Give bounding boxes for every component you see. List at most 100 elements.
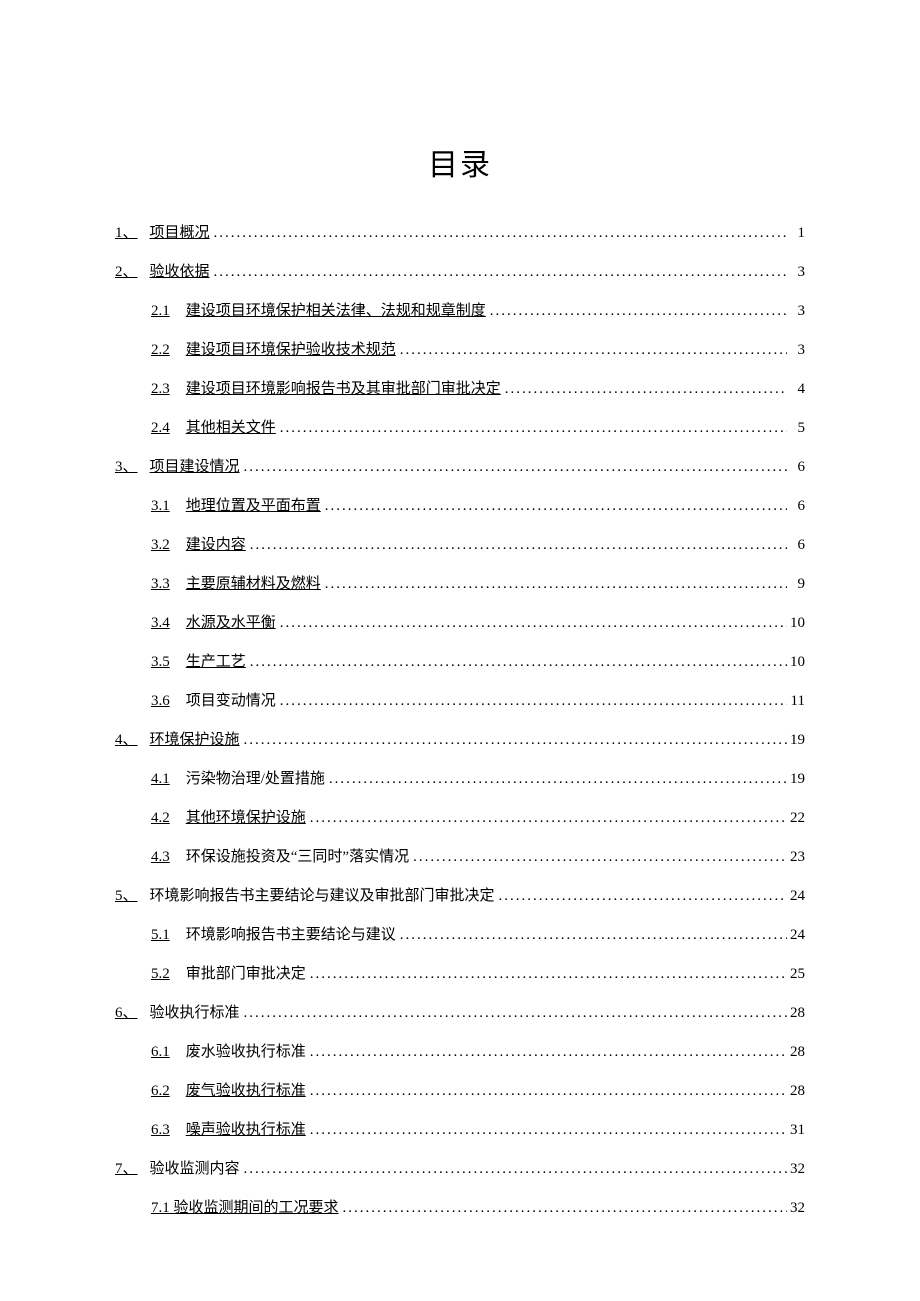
toc-leader-dots (276, 682, 787, 721)
toc-entry-text: 污染物治理/处置措施 (186, 760, 325, 799)
toc-entry-page: 3 (787, 331, 805, 370)
toc-list: 1、项目概况12、验收依据32.1建设项目环境保护相关法律、法规和规章制度3 2.… (115, 214, 805, 1228)
toc-entry[interactable]: 3、项目建设情况 6 (115, 448, 805, 487)
toc-entry-number: 2、 (115, 253, 138, 292)
toc-entry-number: 5、 (115, 877, 138, 916)
toc-entry-page: 4 (787, 370, 805, 409)
toc-entry-text: 审批部门审批决定 (186, 955, 306, 994)
toc-entry[interactable]: 6、验收执行标准 28 (115, 994, 805, 1033)
toc-entry[interactable]: 3.3主要原辅材料及燃料9 (115, 565, 805, 604)
toc-entry-page: 10 (787, 604, 805, 643)
toc-entry-number: 4.3 (151, 838, 170, 877)
toc-entry-page: 24 (787, 916, 805, 955)
toc-entry[interactable]: 3.2 建设内容 6 (115, 526, 805, 565)
toc-entry[interactable]: 2、验收依据3 (115, 253, 805, 292)
toc-leader-dots (246, 643, 787, 682)
toc-entry-page: 6 (787, 487, 805, 526)
toc-entry[interactable]: 5.1环境影响报告书主要结论与建议24 (115, 916, 805, 955)
toc-entry[interactable]: 6.2 废气验收执行标准 28 (115, 1072, 805, 1111)
toc-entry[interactable]: 6.1废水验收执行标准28 (115, 1033, 805, 1072)
toc-entry-number: 2.3 (151, 370, 170, 409)
toc-entry-number: 6.3 (151, 1111, 170, 1150)
toc-entry[interactable]: 3.5生产工艺10 (115, 643, 805, 682)
toc-entry-text: 项目建设情况 (150, 448, 240, 487)
toc-entry[interactable]: 2.1建设项目环境保护相关法律、法规和规章制度3 (115, 292, 805, 331)
toc-entry-page: 19 (787, 760, 805, 799)
toc-entry-text: 7.1 验收监测期间的工况要求 (151, 1189, 339, 1228)
toc-leader-dots (321, 565, 787, 604)
toc-entry-page: 11 (787, 682, 805, 721)
toc-entry[interactable]: 3.6项目变动情况11 (115, 682, 805, 721)
toc-entry-number: 6、 (115, 994, 138, 1033)
toc-entry-number: 3.5 (151, 643, 170, 682)
toc-entry-number: 3.2 (151, 526, 170, 565)
toc-entry-page: 10 (787, 643, 805, 682)
toc-entry[interactable]: 6.3噪声验收执行标准31 (115, 1111, 805, 1150)
toc-entry[interactable]: 4、环境保护设施19 (115, 721, 805, 760)
toc-leader-dots (486, 292, 787, 331)
toc-entry-page: 3 (787, 253, 805, 292)
toc-entry-number: 6.2 (151, 1072, 170, 1111)
toc-entry[interactable]: 3.1 地理位置及平面布置 6 (115, 487, 805, 526)
toc-entry-page: 6 (787, 448, 805, 487)
toc-entry-number: 5.2 (151, 955, 170, 994)
toc-entry[interactable]: 5、环境影响报告书主要结论与建议及审批部门审批决定24 (115, 877, 805, 916)
toc-entry-page: 32 (787, 1189, 805, 1228)
toc-entry-number: 1、 (115, 214, 138, 253)
toc-leader-dots (409, 838, 787, 877)
toc-entry-text: 环境影响报告书主要结论与建议及审批部门审批决定 (150, 877, 495, 916)
toc-leader-dots (501, 370, 787, 409)
toc-entry-text: 验收执行标准 (150, 994, 240, 1033)
toc-entry-number: 6.1 (151, 1033, 170, 1072)
toc-leader-dots (246, 526, 787, 565)
toc-entry-text: 其他环境保护设施 (186, 799, 306, 838)
toc-entry-text: 项目概况 (150, 214, 210, 253)
toc-entry[interactable]: 2.2建设项目环境保护验收技术规范3 (115, 331, 805, 370)
toc-leader-dots (495, 877, 787, 916)
toc-entry-number: 3.3 (151, 565, 170, 604)
toc-leader-dots (339, 1189, 787, 1228)
toc-entry[interactable]: 7.1 验收监测期间的工况要求 32 (115, 1189, 805, 1228)
toc-entry-page: 25 (787, 955, 805, 994)
toc-entry-page: 22 (787, 799, 805, 838)
toc-entry-number: 5.1 (151, 916, 170, 955)
toc-entry-number: 7、 (115, 1150, 138, 1189)
toc-entry-text: 水源及水平衡 (186, 604, 276, 643)
toc-entry[interactable]: 2.3建设项目环境影响报告书及其审批部门审批决定4 (115, 370, 805, 409)
toc-entry[interactable]: 4.3环保设施投资及“三同时”落实情况23 (115, 838, 805, 877)
toc-entry-page: 32 (787, 1150, 805, 1189)
toc-entry-page: 6 (787, 526, 805, 565)
toc-entry-number: 4、 (115, 721, 138, 760)
toc-entry[interactable]: 1、项目概况1 (115, 214, 805, 253)
toc-leader-dots (396, 331, 787, 370)
toc-entry-number: 4.2 (151, 799, 170, 838)
toc-entry[interactable]: 5.2 审批部门审批决定 25 (115, 955, 805, 994)
toc-leader-dots (276, 409, 787, 448)
toc-entry[interactable]: 3.4水源及水平衡10 (115, 604, 805, 643)
toc-entry-text: 项目变动情况 (186, 682, 276, 721)
toc-entry-text: 主要原辅材料及燃料 (186, 565, 321, 604)
toc-entry-text: 地理位置及平面布置 (186, 487, 321, 526)
toc-leader-dots (306, 799, 787, 838)
toc-entry[interactable]: 2.4其他相关文件5 (115, 409, 805, 448)
toc-entry-page: 3 (787, 292, 805, 331)
toc-entry-text: 其他相关文件 (186, 409, 276, 448)
toc-entry-text: 废水验收执行标准 (186, 1033, 306, 1072)
toc-entry-text: 建设内容 (186, 526, 246, 565)
toc-entry[interactable]: 4.2 其他环境保护设施 22 (115, 799, 805, 838)
toc-title: 目录 (115, 140, 805, 184)
toc-entry-text: 建设项目环境保护验收技术规范 (186, 331, 396, 370)
toc-leader-dots (276, 604, 787, 643)
toc-leader-dots (325, 760, 787, 799)
toc-entry-number: 3.1 (151, 487, 170, 526)
toc-entry[interactable]: 7、验收监测内容 32 (115, 1150, 805, 1189)
toc-entry-text: 废气验收执行标准 (186, 1072, 306, 1111)
toc-entry-number: 3、 (115, 448, 138, 487)
toc-entry-number: 4.1 (151, 760, 170, 799)
toc-entry-text: 验收监测内容 (150, 1150, 240, 1189)
toc-entry-page: 31 (787, 1111, 805, 1150)
toc-leader-dots (306, 1072, 787, 1111)
toc-entry-page: 28 (787, 1072, 805, 1111)
toc-entry-page: 28 (787, 994, 805, 1033)
toc-entry[interactable]: 4.1 污染物治理/处置措施 19 (115, 760, 805, 799)
